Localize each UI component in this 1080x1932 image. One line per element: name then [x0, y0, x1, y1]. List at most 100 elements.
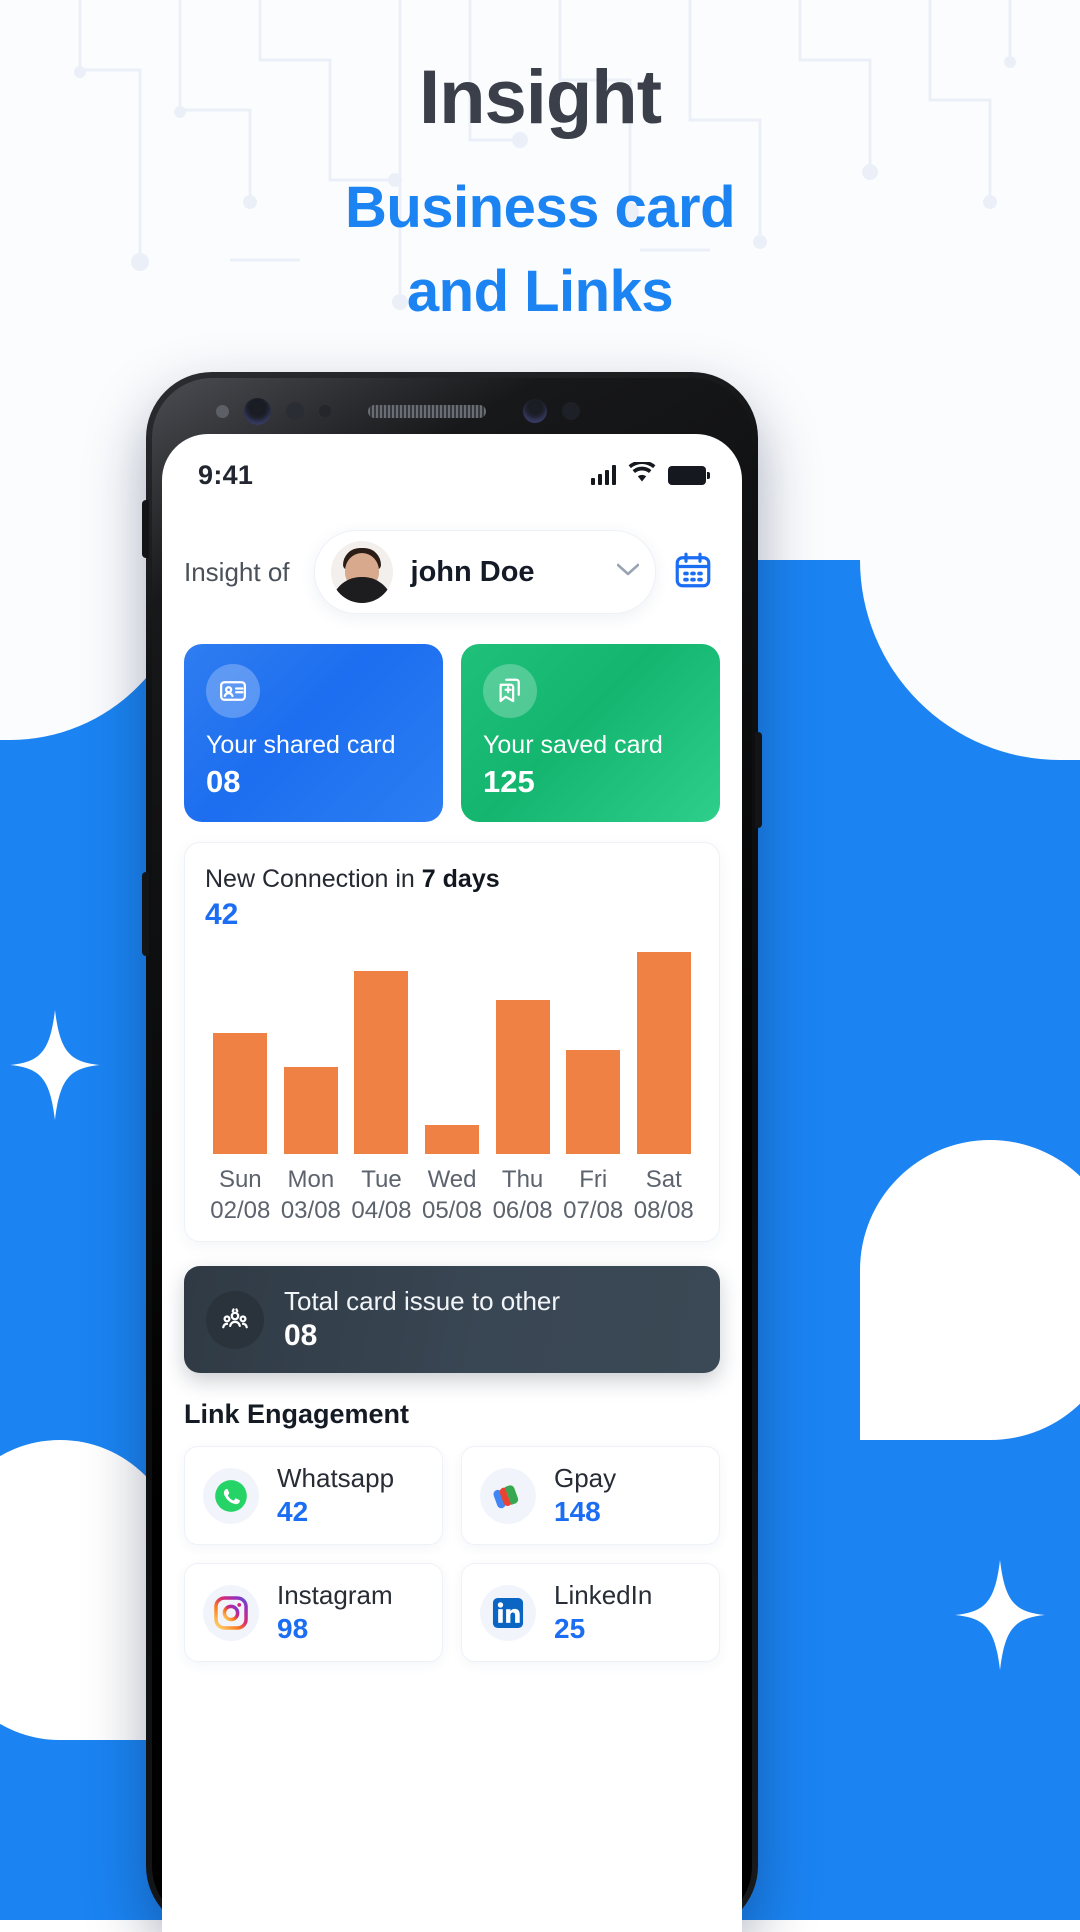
- xaxis-date-label: 02/08: [210, 1197, 271, 1224]
- link-engagement-card[interactable]: Whatsapp 42: [184, 1446, 443, 1545]
- stat-card-shared[interactable]: Your shared card 08: [184, 644, 443, 822]
- chart-bar: [213, 1033, 268, 1154]
- xaxis-tick: Tue 04/08: [346, 1166, 417, 1225]
- volume-button[interactable]: [142, 500, 149, 558]
- stat-card-value: 08: [206, 764, 241, 799]
- bar-column: [628, 946, 699, 1154]
- linkedin-icon: [480, 1584, 536, 1641]
- total-card-issue-value: 08: [284, 1319, 318, 1352]
- page-subtitle-line2: and Links: [406, 259, 674, 325]
- front-camera-icon: [244, 397, 271, 425]
- bar-chart-plot: [205, 946, 699, 1154]
- xaxis-tick: Fri 07/08: [558, 1166, 629, 1225]
- bar-chart-xaxis: Sun 02/08 Mon 03/08 Tue 04/08 Wed 05/08 Thu 06/08…: [205, 1166, 699, 1225]
- stat-card-label: Your shared card: [206, 731, 396, 759]
- xaxis-day-label: Thu: [501, 1166, 544, 1193]
- link-card-name: LinkedIn: [554, 1580, 653, 1610]
- battery-icon: [668, 465, 710, 485]
- xaxis-tick: Sat 08/08: [628, 1166, 699, 1225]
- chart-bar: [636, 952, 691, 1154]
- link-card-value: 148: [554, 1496, 601, 1527]
- page-subtitle: Business card and Links: [0, 166, 1080, 334]
- xaxis-day-label: Sat: [645, 1166, 682, 1193]
- xaxis-tick: Wed 05/08: [417, 1166, 488, 1225]
- link-card-value: 25: [554, 1613, 586, 1644]
- link-card-value: 98: [277, 1613, 309, 1644]
- chart-title: New Connection in 7 days: [205, 865, 699, 894]
- chart-bar: [283, 1066, 338, 1154]
- promo-headings: Insight Business card and Links: [0, 60, 1080, 334]
- link-card-value: 42: [277, 1496, 309, 1527]
- iris-sensor-icon: [319, 405, 331, 417]
- profile-name: john Doe: [410, 555, 535, 588]
- gpay-icon: [480, 1467, 536, 1524]
- total-card-issue-label: Total card issue to other: [284, 1286, 561, 1316]
- people-group-icon: [206, 1290, 264, 1349]
- bar-column: [487, 946, 558, 1154]
- signal-bars-icon: [591, 465, 616, 485]
- chart-bar: [566, 1050, 621, 1154]
- whatsapp-icon: [203, 1467, 259, 1524]
- link-engagement-title: Link Engagement: [184, 1399, 410, 1429]
- link-card-name: Gpay: [554, 1463, 617, 1493]
- bar-column: [205, 946, 276, 1154]
- status-bar: 9:41: [162, 434, 742, 502]
- xaxis-day-label: Tue: [361, 1166, 402, 1193]
- phone-sensor-row: [216, 394, 688, 428]
- contact-card-icon: [206, 664, 260, 718]
- xaxis-date-label: 04/08: [351, 1197, 412, 1224]
- calendar-button[interactable]: [666, 543, 720, 602]
- sparkle-icon-left: [10, 1010, 100, 1120]
- xaxis-date-label: 03/08: [280, 1197, 341, 1224]
- stat-card-saved[interactable]: Your saved card 125: [461, 644, 720, 822]
- extra-sensor-icon: [562, 402, 580, 420]
- xaxis-day-label: Mon: [287, 1166, 335, 1193]
- xaxis-day-label: Sun: [218, 1166, 262, 1193]
- xaxis-date-label: 08/08: [633, 1197, 694, 1224]
- secondary-camera-icon: [523, 399, 547, 423]
- total-card-issue-banner[interactable]: Total card issue to other 08: [184, 1266, 720, 1373]
- stat-card-label: Your saved card: [483, 731, 663, 759]
- proximity-sensor-icon: [286, 402, 304, 420]
- xaxis-tick: Sun 02/08: [205, 1166, 276, 1225]
- assistant-button[interactable]: [142, 872, 149, 956]
- chart-title-range: 7 days: [421, 865, 500, 893]
- earpiece-speaker-icon: [368, 404, 486, 418]
- led-indicator-icon: [216, 404, 229, 418]
- xaxis-date-label: 05/08: [421, 1197, 483, 1224]
- bar-column: [417, 946, 488, 1154]
- status-icons: [591, 460, 710, 488]
- link-engagement-card[interactable]: Gpay 148: [461, 1446, 720, 1545]
- link-card-text: LinkedIn 25: [554, 1580, 652, 1645]
- link-card-text: Gpay 148: [554, 1463, 616, 1528]
- link-card-text: Whatsapp 42: [277, 1463, 394, 1528]
- link-engagement-card[interactable]: LinkedIn 25: [461, 1563, 720, 1662]
- stat-card-row: Your shared card 08 Your saved card 125: [184, 644, 720, 822]
- bar-column: [346, 946, 417, 1154]
- chevron-down-icon[interactable]: [616, 563, 640, 582]
- page-subtitle-line1: Business card: [344, 175, 736, 240]
- xaxis-date-label: 07/08: [563, 1197, 624, 1224]
- insight-header: Insight of john Doe: [184, 502, 720, 618]
- xaxis-tick: Mon 03/08: [276, 1166, 347, 1225]
- new-connection-chart-card: New Connection in 7 days 42 Sun 02/08 Mon 0…: [184, 842, 720, 1242]
- instagram-icon: [203, 1584, 259, 1641]
- link-card-name: Whatsapp: [277, 1463, 395, 1493]
- background-blob-right: [860, 1140, 1080, 1440]
- insight-of-label: Insight of: [184, 556, 290, 587]
- chart-bar: [495, 1000, 550, 1154]
- xaxis-tick: Thu 06/08: [487, 1166, 558, 1225]
- xaxis-day-label: Fri: [579, 1166, 608, 1193]
- page-title: Insight: [418, 55, 662, 140]
- link-card-name: Instagram: [277, 1580, 393, 1610]
- profile-selector[interactable]: john Doe: [313, 530, 656, 614]
- power-button[interactable]: [755, 732, 762, 828]
- bar-column: [276, 946, 347, 1154]
- phone-mockup: 9:41 Insight of john Doe Your shared car…: [142, 372, 762, 1932]
- link-engagement-card[interactable]: Instagram 98: [184, 1563, 443, 1662]
- chart-bar: [425, 1124, 480, 1154]
- chart-title-prefix: New Connection in: [205, 865, 422, 893]
- stat-card-value: 125: [483, 764, 535, 799]
- link-card-text: Instagram 98: [277, 1580, 393, 1645]
- chart-bar: [354, 970, 409, 1154]
